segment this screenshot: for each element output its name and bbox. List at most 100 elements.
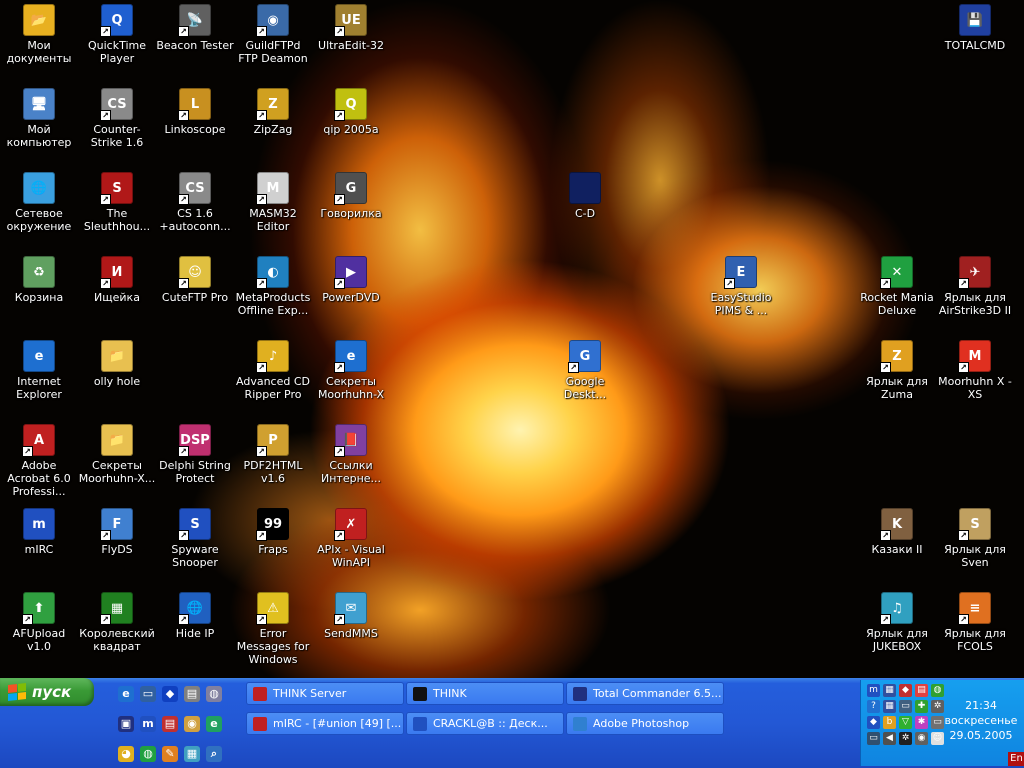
windows2-tray-icon[interactable]: ▦ xyxy=(883,700,896,713)
desktop-icon[interactable]: G ↗ Говорилка xyxy=(312,172,390,220)
network-ql-icon[interactable]: ◍ xyxy=(140,746,156,762)
desktop-icon[interactable]: S ↗ The Sleuthhou... xyxy=(78,172,156,233)
desktop-icon[interactable]: ✉ ↗ SendMMS xyxy=(312,592,390,640)
desktop-icon[interactable]: G ↗ Google Deskt... xyxy=(546,340,624,401)
v-tray-icon[interactable]: ▽ xyxy=(899,716,912,729)
desktop-icon[interactable]: CS ↗ CS 1.6 +autoconn... xyxy=(156,172,234,233)
task-button[interactable]: THINK xyxy=(406,682,564,705)
desktop-icon[interactable]: ▶ ↗ PowerDVD xyxy=(312,256,390,304)
user-icon[interactable]: ◉ xyxy=(184,716,200,732)
desktop-icon[interactable]: Z ↗ Ярлык для Zuma xyxy=(858,340,936,401)
desktop-icon[interactable]: ♫ ↗ Ярлык для JUKEBOX xyxy=(858,592,936,653)
task-button[interactable]: Adobe Photoshop xyxy=(566,712,724,735)
monitor-icon[interactable]: ▭ xyxy=(140,686,156,702)
shortcut-arrow-icon: ↗ xyxy=(100,26,111,37)
display-tray-icon[interactable]: ▭ xyxy=(899,700,912,713)
desktop-icon[interactable]: И ↗ Ищейка xyxy=(78,256,156,304)
desktop-icon-label: Internet Explorer xyxy=(16,375,62,401)
pencil-icon[interactable]: ✎ xyxy=(162,746,178,762)
desktop-icon[interactable]: 📕 ↗ Ссылки Интерне... xyxy=(312,424,390,485)
desktop-icon[interactable]: 99 ↗ Fraps xyxy=(234,508,312,556)
windows-logo-icon xyxy=(8,683,26,701)
desktop-icon[interactable]: M ↗ Moorhuhn X - XS xyxy=(936,340,1014,401)
desktop-icon[interactable]: L ↗ Linkoscope xyxy=(156,88,234,136)
desktop-icon[interactable]: e ↗ Секреты Moorhuhn-X xyxy=(312,340,390,401)
flag-tray-icon[interactable]: ▤ xyxy=(915,684,928,697)
desktop-icon[interactable]: e Internet Explorer xyxy=(0,340,78,401)
bug-tray-icon[interactable]: ✲ xyxy=(899,732,912,745)
search-icon[interactable]: ⌕ xyxy=(206,746,222,762)
palette-tray-icon[interactable]: ✱ xyxy=(915,716,928,729)
desktop-icon[interactable]: A ↗ Adobe Acrobat 6.0 Professi... xyxy=(0,424,78,498)
desktop-icon[interactable]: ⚠ ↗ Error Messages for Windows xyxy=(234,592,312,666)
floppy-icon[interactable]: ▣ xyxy=(118,716,134,732)
desktop-icon[interactable]: E ↗ EasyStudio PIMS & ... xyxy=(702,256,780,317)
task-button[interactable]: mIRC - [#union [49] [... xyxy=(246,712,404,735)
monitor-tray-icon[interactable]: ▭ xyxy=(867,732,880,745)
ring-tray-icon[interactable]: ◍ xyxy=(931,684,944,697)
shortcut-arrow-icon: ↗ xyxy=(22,614,33,625)
desktop-icon[interactable]: ♻ Корзина xyxy=(0,256,78,304)
desktop-icon[interactable]: Q ↗ qip 2005a xyxy=(312,88,390,136)
desktop-icon[interactable]: ≡ ↗ Ярлык для FCOLS xyxy=(936,592,1014,653)
task-button[interactable]: THINK Server xyxy=(246,682,404,705)
desktop-icon[interactable]: ✈ ↗ Ярлык для AirStrike3D II xyxy=(936,256,1014,317)
b-tray-icon[interactable]: b xyxy=(883,716,896,729)
task-button[interactable]: CRACKL@B :: Деск... xyxy=(406,712,564,735)
desktop-icon[interactable]: ♪ ↗ Advanced CD Ripper Pro xyxy=(234,340,312,401)
contacts-icon[interactable]: ▦ xyxy=(184,746,200,762)
desktop-icon[interactable]: ◐ ↗ MetaProducts Offline Exp... xyxy=(234,256,312,317)
speaker-tray-icon[interactable]: ◀ xyxy=(883,732,896,745)
desktop-icon[interactable]: F ↗ FlyDS xyxy=(78,508,156,556)
acrobat-icon: A ↗ xyxy=(22,424,55,457)
language-indicator[interactable]: En xyxy=(1008,752,1024,766)
help-tray-icon[interactable]: ? xyxy=(867,700,880,713)
shield-icon[interactable]: ◆ xyxy=(162,686,178,702)
clock[interactable]: 21:34 воскресенье 29.05.2005 xyxy=(941,698,1021,743)
windows-tray-icon[interactable]: ▦ xyxy=(883,684,896,697)
mirc-tray-icon[interactable]: m xyxy=(867,684,880,697)
desktop-icon[interactable]: DSP ↗ Delphi String Protect xyxy=(156,424,234,485)
desktop-icon[interactable]: P ↗ PDF2HTML v1.6 xyxy=(234,424,312,485)
task-button[interactable]: Total Commander 6.5... xyxy=(566,682,724,705)
chrome-like-icon[interactable]: ◕ xyxy=(118,746,134,762)
desktop-icon[interactable]: 💾 TOTALCMD xyxy=(936,4,1014,52)
desktop-icon[interactable]: 🖥 Мой компьютер xyxy=(0,88,78,149)
desktop-icon[interactable]: Q ↗ QuickTime Player xyxy=(78,4,156,65)
desktop-icon[interactable]: 📁 Секреты Moorhuhn-X... xyxy=(78,424,156,485)
desktop-icon[interactable]: M ↗ MASM32 Editor xyxy=(234,172,312,233)
desktop-icon[interactable]: ⬆ ↗ AFUpload v1.0 xyxy=(0,592,78,653)
desktop-icon[interactable]: Z ↗ ZipZag xyxy=(234,88,312,136)
desktop-icon[interactable]: 🌐 Сетевое окружение xyxy=(0,172,78,233)
drop-tray-icon[interactable]: ◆ xyxy=(867,716,880,729)
printer-icon[interactable]: ▤ xyxy=(184,686,200,702)
shortcut-arrow-icon: ↗ xyxy=(256,446,267,457)
desktop-icon[interactable]: ▦ ↗ Королевский квадрат xyxy=(78,592,156,653)
desktop-icon[interactable]: CS ↗ Counter-Strike 1.6 xyxy=(78,88,156,149)
desktop-icon[interactable]: 📡 ↗ Beacon Tester xyxy=(156,4,234,52)
desktop-icon[interactable]: K ↗ Казаки II xyxy=(858,508,936,556)
ie-icon[interactable]: e xyxy=(118,686,134,702)
flag-icon[interactable]: ▤ xyxy=(162,716,178,732)
desktop-icon[interactable]: 📁 olly hole xyxy=(78,340,156,388)
ie-icon-2[interactable]: e xyxy=(206,716,222,732)
puzzle-tray-icon[interactable]: ✚ xyxy=(915,700,928,713)
desktop-icon[interactable]: S ↗ Ярлык для Sven xyxy=(936,508,1014,569)
desktop-icon[interactable]: ✕ ↗ Rocket Mania Deluxe xyxy=(858,256,936,317)
users-tray-icon[interactable]: ◉ xyxy=(915,732,928,745)
desktop-icon[interactable]: 📂 Мои документы xyxy=(0,4,78,65)
desktop-icon[interactable]: C-D xyxy=(546,172,624,220)
desktop-icon[interactable]: m mIRC xyxy=(0,508,78,556)
desktop-icon[interactable]: ✗ ↗ APIx - Visual WinAPI xyxy=(312,508,390,569)
people-tray-icon[interactable]: ◆ xyxy=(899,684,912,697)
desktop-icon[interactable]: 🌐 ↗ Hide IP xyxy=(156,592,234,640)
pdf2html-icon: P ↗ xyxy=(256,424,289,457)
desktop-icon[interactable]: UE ↗ UltraEdit-32 xyxy=(312,4,390,52)
desktop-icon[interactable]: ☺ ↗ CuteFTP Pro xyxy=(156,256,234,304)
desktop-icon[interactable]: S ↗ Spyware Snooper xyxy=(156,508,234,569)
mirc-ql-icon[interactable]: m xyxy=(140,716,156,732)
globe-icon[interactable]: ◍ xyxy=(206,686,222,702)
desktop-icon[interactable]: ◉ ↗ GuildFTPd FTP Deamon xyxy=(234,4,312,65)
shortcut-arrow-icon: ↗ xyxy=(334,362,345,373)
start-button[interactable]: пуск xyxy=(0,678,94,706)
